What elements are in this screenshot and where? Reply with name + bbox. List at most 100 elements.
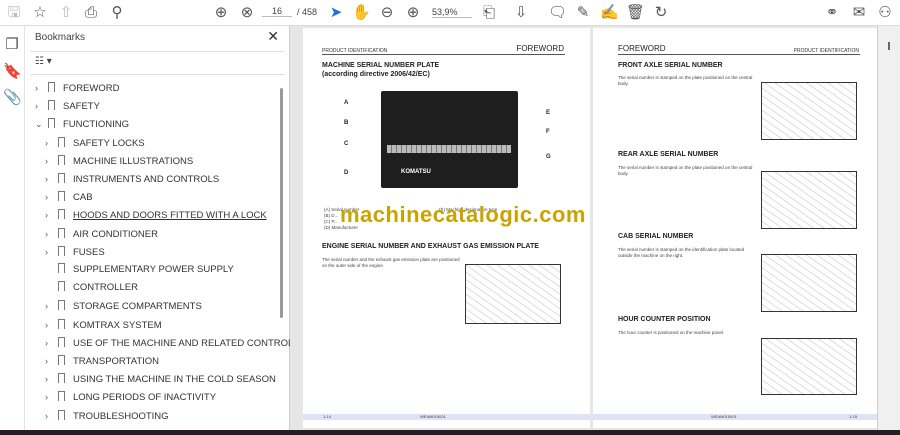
bookmark-item[interactable]: › FOREWORD [35, 80, 119, 96]
zoom-select[interactable]: 53,9% [432, 7, 472, 18]
doc-scrollbar[interactable] [877, 26, 900, 430]
taskbar-strip [0, 430, 900, 435]
bookmark-label: STORAGE COMPARTMENTS [73, 301, 202, 313]
bookmark-item[interactable]: › TRANSPORTATION [45, 353, 159, 369]
bookmark-item[interactable]: › MACHINE ILLUSTRATIONS [45, 153, 193, 169]
bookmark-item[interactable]: › SAFETY [35, 98, 100, 114]
bookmark-item[interactable]: › INSTRUMENTS AND CONTROLS [45, 171, 219, 187]
bookmark-flag-icon [58, 154, 65, 165]
bookmark-flag-icon [58, 136, 65, 147]
bookmark-item[interactable]: › USE OF THE MACHINE AND RELATED CONTROLS [45, 335, 300, 351]
bookmark-item[interactable]: SUPPLEMENTARY POWER SUPPLY [45, 262, 234, 278]
chevron-right-icon[interactable]: › [45, 335, 55, 351]
chevron-right-icon[interactable]: › [35, 80, 45, 96]
bookmark-item[interactable]: CONTROLLER [45, 280, 138, 296]
bookmark-item[interactable]: ⌄ FUNCTIONING [35, 116, 129, 132]
chevron-right-icon[interactable]: › [45, 226, 55, 242]
rotate-icon[interactable]: ↻ [652, 4, 670, 22]
chevron-right-icon[interactable]: › [35, 98, 45, 114]
bookmark-label: CONTROLLER [73, 282, 138, 294]
serial-plate-image: KOMATSU [381, 91, 518, 188]
fit-page-icon[interactable]: ⎗ [480, 4, 498, 22]
bookmark-item[interactable]: › AIR CONDITIONER [45, 226, 158, 242]
bookmark-label: TRANSPORTATION [73, 356, 160, 367]
chevron-right-icon[interactable]: › [45, 244, 55, 260]
comment-icon[interactable]: 🗨 [548, 4, 567, 22]
bookmark-label: USE OF THE MACHINE AND RELATED CONTROLS [73, 337, 300, 349]
attachment-icon[interactable]: 📎 [3, 89, 22, 107]
zoom-in-icon[interactable]: ⊕ [404, 4, 422, 22]
delete-icon[interactable]: 🗑 [626, 4, 645, 22]
page-up-icon[interactable]: ⊕ [212, 4, 230, 22]
chevron-right-icon[interactable]: › [45, 298, 55, 314]
close-icon[interactable]: ✕ [267, 28, 279, 45]
bookmark-label: KOMTRAX SYSTEM [73, 319, 162, 331]
options-icon[interactable]: ☷ ▾ [35, 56, 52, 67]
bookmark-label: CAB [73, 192, 93, 204]
bookmark-flag-icon [48, 118, 55, 129]
bookmark-item[interactable]: › SAFETY LOCKS [45, 135, 145, 151]
chevron-right-icon[interactable]: › [45, 353, 55, 369]
side-strip: ❐ 🔖 📎 [0, 26, 25, 430]
search-icon[interactable]: ⚲ [108, 4, 126, 22]
bookmark-icon[interactable]: 🔖 [3, 63, 22, 81]
bookmark-flag-icon [48, 100, 55, 111]
star-icon[interactable]: ☆ [31, 4, 49, 22]
bookmark-item[interactable]: › CAB [45, 189, 93, 205]
chevron-right-icon[interactable]: › [45, 153, 55, 169]
hand-icon[interactable]: ✋ [352, 4, 371, 22]
account-icon[interactable]: ⚇ [876, 4, 894, 22]
rear-axle-figure [761, 171, 857, 229]
chevron-right-icon[interactable]: › [45, 189, 55, 205]
bookmark-label: SAFETY LOCKS [73, 137, 145, 149]
bookmark-item[interactable]: › LONG PERIODS OF INACTIVITY [45, 389, 216, 405]
zoom-out-icon[interactable]: ⊖ [378, 4, 396, 22]
bookmark-label: LONG PERIODS OF INACTIVITY [73, 392, 217, 404]
chevron-right-icon[interactable]: › [45, 171, 55, 187]
bookmark-label: SUPPLEMENTARY POWER SUPPLY [73, 264, 234, 275]
bookmark-item[interactable]: › HOODS AND DOORS FITTED WITH A LOCK [45, 207, 267, 223]
chevron-right-icon[interactable]: › [45, 408, 55, 424]
bookmark-label: TROUBLESHOOTING [73, 410, 169, 422]
page-down-icon[interactable]: ⊗ [238, 4, 256, 22]
bookmark-label: INSTRUMENTS AND CONTROLS [73, 174, 220, 185]
bookmark-flag-icon [58, 263, 65, 273]
scrollbar[interactable] [280, 88, 283, 318]
bookmark-flag-icon [48, 82, 55, 92]
bookmark-flag-icon [58, 227, 65, 238]
engine-figure [465, 264, 561, 324]
bookmark-item[interactable]: › FUSES [45, 244, 105, 260]
bookmark-item[interactable]: › USING THE MACHINE IN THE COLD SEASON [45, 371, 276, 387]
upload-icon[interactable]: ⇧ [57, 4, 75, 22]
chevron-right-icon[interactable]: › [45, 389, 55, 405]
bookmark-flag-icon [58, 281, 65, 292]
share-icon[interactable]: ⚭ [823, 4, 841, 22]
bookmark-flag-icon [58, 191, 65, 202]
chevron-right-icon[interactable]: › [45, 135, 55, 151]
mail-icon[interactable]: ✉ [850, 4, 868, 22]
page-number-input[interactable]: 16 [262, 6, 292, 17]
chevron-down-icon[interactable]: ⌄ [35, 116, 45, 132]
panel-title: Bookmarks [35, 32, 86, 43]
page-total: / 458 [297, 7, 318, 17]
bookmark-flag-icon [58, 245, 65, 256]
scroll-mode-icon[interactable]: ⇩ [512, 4, 530, 22]
bookmark-item[interactable]: › TROUBLESHOOTING [45, 408, 169, 424]
sign-icon[interactable]: ✍ [600, 4, 619, 22]
chevron-right-icon[interactable]: › [45, 317, 55, 333]
chevron-right-icon[interactable]: › [45, 207, 55, 223]
bookmark-item[interactable]: › KOMTRAX SYSTEM [45, 317, 162, 333]
save-icon[interactable]: 🖫 [5, 4, 23, 22]
chevron-right-icon[interactable]: › [45, 371, 55, 387]
pages-icon[interactable]: ❐ [3, 36, 21, 54]
hour-counter-figure [761, 338, 857, 395]
pen-icon[interactable]: ✎ [574, 4, 592, 22]
bookmark-label: HOODS AND DOORS FITTED WITH A LOCK [73, 210, 267, 222]
bookmark-label: FUNCTIONING [63, 119, 129, 131]
print-icon[interactable]: ⎙ [82, 4, 100, 22]
bookmark-flag-icon [58, 373, 65, 384]
bookmark-label: SAFETY [63, 101, 100, 113]
bookmark-item[interactable]: › STORAGE COMPARTMENTS [45, 298, 202, 314]
cursor-icon[interactable]: ➤ [327, 4, 345, 22]
bookmark-label: USING THE MACHINE IN THE COLD SEASON [73, 374, 276, 386]
